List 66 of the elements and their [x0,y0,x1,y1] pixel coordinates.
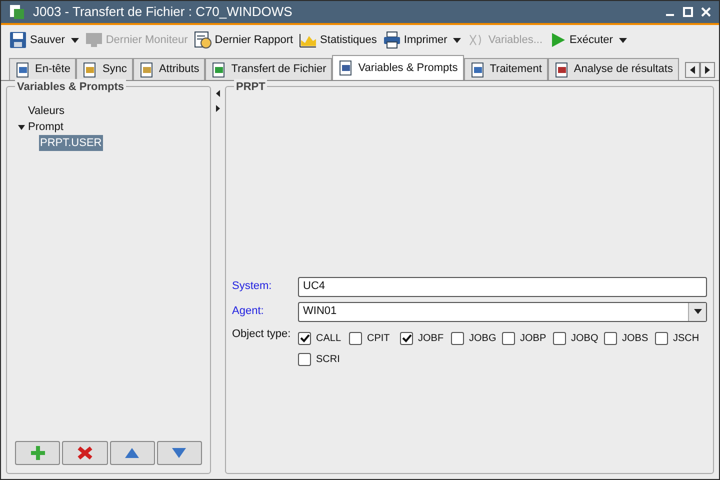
checkbox-label: JOBF [418,332,444,346]
checkbox-label: JOBP [520,332,546,346]
field-label: Agent: [232,304,265,320]
right-arrow-icon [705,66,710,74]
toolbar-button[interactable]: Dernier Rapport [194,31,294,49]
document-icon [15,62,31,78]
field-label: Object type: [232,326,292,342]
checkmark-icon [402,334,412,342]
checkbox[interactable] [298,352,311,366]
report-clock-icon [194,31,212,49]
expanded-arrow-icon[interactable] [18,124,24,130]
checkbox[interactable] [349,332,362,344]
panel-title: Variables & Prompts [15,79,126,96]
scroll-left-button[interactable] [685,62,700,78]
checkbox[interactable] [553,332,566,344]
checkbox-label: JOBQ [571,332,598,346]
checkbox-label: CALL [316,332,342,346]
checkbox[interactable] [400,332,413,344]
move-up-button[interactable] [110,441,155,465]
checkbox[interactable] [451,332,464,344]
delete-icon [76,445,93,461]
checkbox-label: CPIT [367,332,390,346]
toolbar-button[interactable]: Statistiques [299,31,377,49]
checkbox-label: JSCH [673,332,700,346]
document-icon [211,62,228,78]
checkbox[interactable] [604,332,617,344]
monitor-icon [84,31,103,49]
document-icon [470,62,486,78]
delete-button[interactable] [62,441,108,465]
tab[interactable]: Traitement [464,58,548,80]
collapse-left-icon[interactable] [216,90,220,97]
checkbox[interactable] [502,332,515,344]
file-transfer-icon [9,4,25,20]
tab[interactable]: Variables & Prompts [332,55,464,80]
close-icon[interactable] [701,7,711,17]
tab[interactable]: Sync [76,58,133,80]
checkbox-label: JOBS [622,332,648,346]
window-title: J003 - Transfert de Fichier : C70_WINDOWS [33,3,294,22]
checkbox[interactable] [655,332,668,344]
add-button[interactable] [15,441,60,465]
scroll-right-button[interactable] [700,62,715,78]
toolbar-button[interactable]: Exécuter [548,31,613,49]
field-label: System: [232,279,273,294]
left-arrow-icon [690,66,695,74]
printer-icon [382,31,401,49]
tab[interactable]: Transfert de Fichier [205,58,332,80]
add-icon [30,445,46,461]
checkbox-label: SCRI [316,352,340,366]
agent-dropdown[interactable]: WIN01 [298,302,707,322]
maximize-icon[interactable] [683,7,693,17]
tab[interactable]: Analyse de résultats [548,58,679,80]
chart-icon [299,31,318,49]
move-down-button[interactable] [156,441,202,465]
tree-item[interactable]: Prompt [27,118,64,136]
toolbar-button[interactable]: Sauver [9,31,65,49]
expand-right-icon[interactable] [216,105,220,112]
checkmark-icon [300,334,310,342]
caret-icon [694,309,702,314]
toolbar-button[interactable]: Imprimer [382,31,448,49]
tree-item[interactable]: PRPT.USER [39,134,103,152]
checkbox[interactable] [298,332,311,344]
tab[interactable]: Attributs [132,58,206,80]
tab[interactable]: En-tête [9,58,76,80]
tree-item[interactable]: Valeurs [27,102,66,120]
checkbox-label: JOBG [469,332,496,346]
system-field[interactable]: UC4 [298,276,707,296]
